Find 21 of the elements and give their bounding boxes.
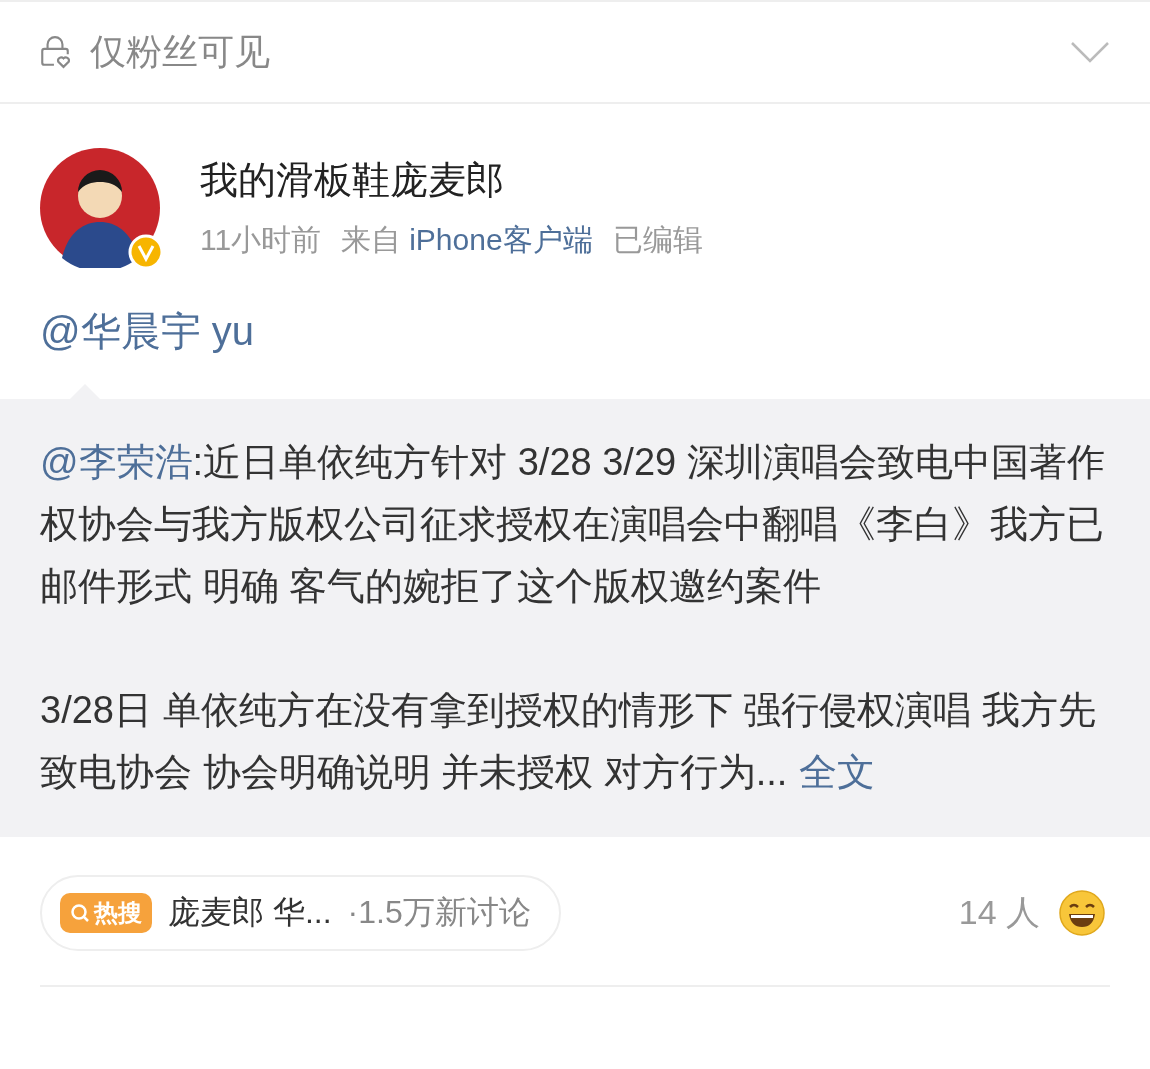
mention-link[interactable]: @李荣浩 <box>40 441 193 483</box>
author-name[interactable]: 我的滑板鞋庞麦郎 <box>200 155 703 206</box>
avatar[interactable] <box>40 148 160 268</box>
discussion-count: ·1.5万新讨论 <box>347 893 531 932</box>
repost-card[interactable]: @李荣浩:近日单依纯方针对 3/28 3/29 深圳演唱会致电中国著作权协会与我方版权公司征求授权在演唱会中翻唱《李白》我方已邮件形式 明确 客气的婉拒了这个版权邀约案件 3/28日 单依纯方在没有拿到授权的情形下 强行侵权演唱 我方先致电协会 协会明确说明 并未授权 对方行为... 全文 <box>0 399 1150 837</box>
search-icon <box>70 903 90 923</box>
repost-paragraph: 3/28日 单依纯方在没有拿到授权的情形下 强行侵权演唱 我方先致电协会 协会明确说明 并未授权 对方行为... 全文 <box>40 688 1097 795</box>
visibility-label: 仅粉丝可见 <box>90 29 271 74</box>
edited-label: 已编辑 <box>612 222 703 258</box>
hot-search-label: 热搜 <box>94 898 142 928</box>
source-link[interactable]: iPhone客户端 <box>409 220 593 261</box>
post-time: 11小时前 <box>200 222 322 258</box>
full-text-link[interactable]: 全文 <box>799 751 876 793</box>
repost-paragraph: @李荣浩:近日单依纯方针对 3/28 3/29 深圳演唱会致电中国著作权协会与我方版权公司征求授权在演唱会中翻唱《李白》我方已邮件形式 明确 客气的婉拒了这个版权邀约案件 <box>40 440 1106 609</box>
source-prefix: 来自 <box>341 222 402 258</box>
lock-heart-icon <box>38 35 72 69</box>
laughing-emoji-icon[interactable] <box>1058 889 1106 937</box>
reaction-count: 14 人 <box>958 892 1040 933</box>
mention-link[interactable]: @华晨宇 yu <box>0 268 294 359</box>
hot-topic: 庞麦郎 华... <box>168 893 332 932</box>
hot-search-pill[interactable]: 热搜 庞麦郎 华... ·1.5万新讨论 <box>40 875 561 951</box>
